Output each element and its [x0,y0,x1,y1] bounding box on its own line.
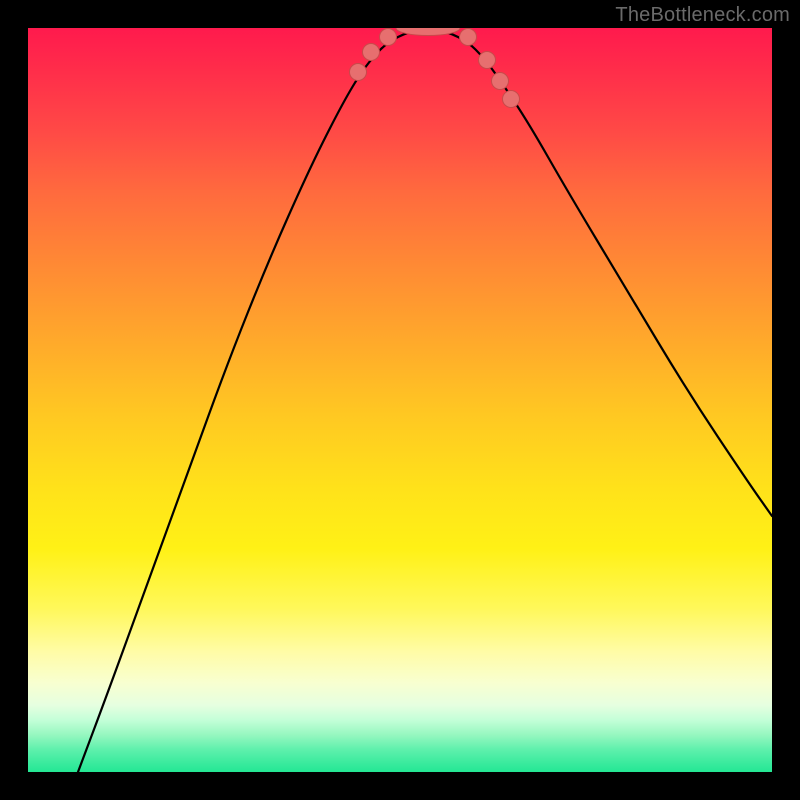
curve-svg [28,28,772,772]
curve-marker [503,91,520,108]
plot-area [28,28,772,772]
curve-markers [350,28,520,108]
curve-marker [479,52,496,69]
curve-marker [492,73,509,90]
curve-marker [350,64,367,81]
curve-marker [460,29,477,46]
chart-frame: TheBottleneck.com [0,0,800,800]
curve-marker [363,44,380,61]
curve-marker [380,29,397,46]
bottleneck-curve [78,29,772,772]
watermark-text: TheBottleneck.com [615,4,790,27]
